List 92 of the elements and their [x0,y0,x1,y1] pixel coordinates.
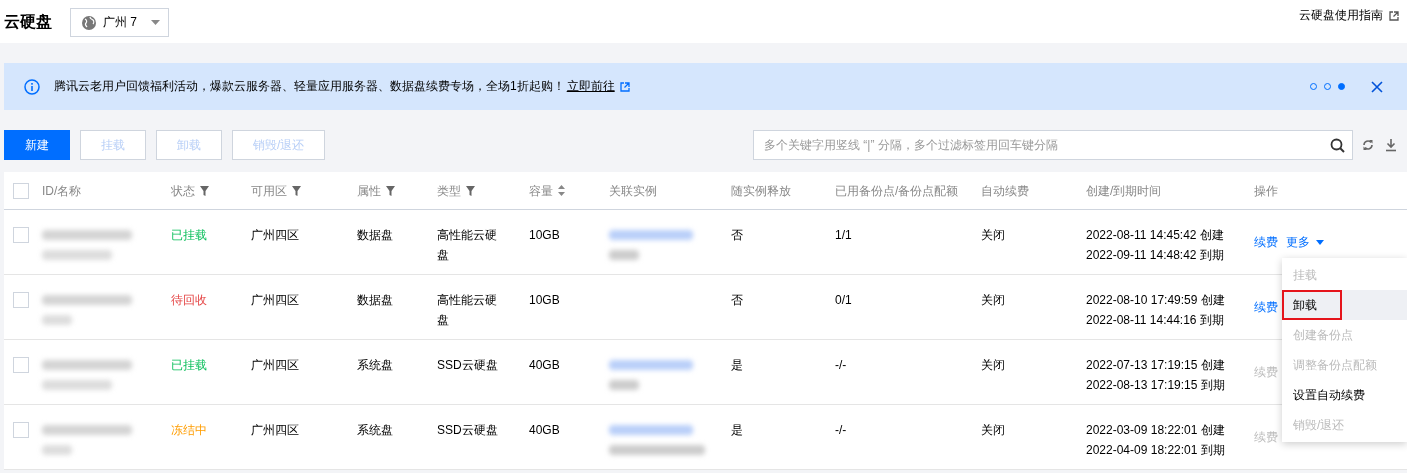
capacity-cell: 40GB [529,423,560,437]
close-button[interactable] [1371,80,1383,93]
backup-cell: 0/1 [835,293,852,307]
auto-renew-cell: 关闭 [981,228,1005,242]
auto-renew-cell: 关闭 [981,358,1005,372]
search-icon [1330,138,1345,153]
blurred-text [609,380,639,390]
row-checkbox[interactable] [13,357,29,373]
filter-icon[interactable] [466,185,475,196]
status-text: 待回收 [171,293,207,307]
blurred-text [42,445,72,455]
column-header: 自动续费 [981,182,1029,200]
banner-text: 腾讯云老用户回馈福利活动，爆款云服务器、轻量应用服务器、数据盘续费专场，全场1折起购！ [54,78,565,95]
menu-item[interactable]: 设置自动续费 [1282,380,1407,410]
release-cell: 否 [731,293,743,307]
status-text: 冻结中 [171,423,207,437]
attribute-cell: 系统盘 [357,358,393,372]
download-icon[interactable] [1385,138,1397,152]
menu-item[interactable]: 卸载 [1282,290,1342,320]
attribute-cell: 数据盘 [357,293,393,307]
external-link-icon [618,81,630,92]
column-header: 操作 [1254,182,1278,200]
row-checkbox[interactable] [13,292,29,308]
status-text: 已挂载 [171,228,207,242]
type-cell-text: 高性能云硬盘 [437,227,498,264]
carousel-dot[interactable] [1338,83,1345,90]
globe-icon [81,14,97,31]
row-checkbox[interactable] [13,227,29,243]
caret-down-icon [151,20,160,25]
capacity-cell: 10GB [529,228,560,242]
column-header: 类型 [437,182,461,200]
region-dropdown[interactable]: 广州 7 [70,8,169,37]
blurred-text [609,250,639,260]
created-time: 2022-07-13 17:19:15 创建 [1086,357,1226,374]
expiry-time: 2022-04-09 18:22:01 到期 [1086,442,1226,459]
external-link-icon [1388,10,1399,21]
type-cell-text: SSD云硬盘 [437,422,499,439]
more-dropdown[interactable]: 更多 [1286,232,1324,252]
info-icon [24,78,40,95]
column-header: 属性 [357,182,381,200]
auto-renew-cell: 关闭 [981,293,1005,307]
search-field[interactable]: 多个关键字用竖线 “|” 分隔，多个过滤标签用回车键分隔 [753,130,1353,160]
column-header: 已用备份点/备份点配额 [835,182,959,200]
expiry-time: 2022-08-13 17:19:15 到期 [1086,377,1226,394]
status-text: 已挂载 [171,358,207,372]
caret-down-icon [1316,239,1324,245]
filter-icon[interactable] [292,185,301,196]
auto-renew-cell: 关闭 [981,423,1005,437]
banner-link[interactable]: 立即前往 [566,78,630,95]
release-cell: 是 [731,358,743,372]
expiry-time: 2022-08-11 14:44:16 到期 [1086,312,1225,329]
backup-cell: 1/1 [835,228,852,242]
select-all-checkbox[interactable] [13,182,29,199]
column-header: 可用区 [251,182,287,200]
row-checkbox[interactable] [13,422,29,438]
guide-link[interactable]: 云硬盘使用指南 [1299,7,1399,24]
filter-icon[interactable] [200,185,209,196]
zone-cell: 广州四区 [251,293,299,307]
renew-link[interactable]: 续费 [1254,297,1278,317]
created-time: 2022-08-11 14:45:42 创建 [1086,227,1225,244]
backup-cell: -/- [835,423,847,437]
zone-cell: 广州四区 [251,228,299,242]
refresh-icon[interactable] [1361,138,1375,152]
sort-icon[interactable] [558,185,565,196]
release-cell: 否 [731,228,743,242]
created-time: 2022-03-09 18:22:01 创建 [1086,422,1226,439]
type-cell-text: 高性能云硬盘 [437,292,498,329]
column-header: 容量 [529,182,553,200]
blurred-text [42,380,112,390]
expiry-time: 2022-09-11 14:48:42 到期 [1086,247,1225,264]
column-header: 关联实例 [609,182,657,200]
type-cell-text: SSD云硬盘 [437,357,499,374]
release-cell: 是 [731,423,743,437]
filter-icon[interactable] [386,185,395,196]
page-title: 云硬盘 [4,13,52,30]
create-button[interactable]: 新建 [4,130,70,160]
blurred-text [42,250,112,260]
attribute-cell: 系统盘 [357,423,393,437]
close-icon [1371,80,1383,93]
blurred-text [42,315,72,325]
column-header: ID/名称 [42,182,82,200]
created-time: 2022-08-10 17:49:59 创建 [1086,292,1226,309]
backup-cell: -/- [835,358,847,372]
capacity-cell: 10GB [529,293,560,307]
column-header: 创建/到期时间 [1086,182,1162,200]
renew-link[interactable]: 续费 [1254,232,1278,252]
capacity-cell: 40GB [529,358,560,372]
column-header: 状态 [171,182,195,200]
zone-cell: 广州四区 [251,423,299,437]
attribute-cell: 数据盘 [357,228,393,242]
column-header: 随实例释放 [731,182,791,200]
zone-cell: 广州四区 [251,358,299,372]
